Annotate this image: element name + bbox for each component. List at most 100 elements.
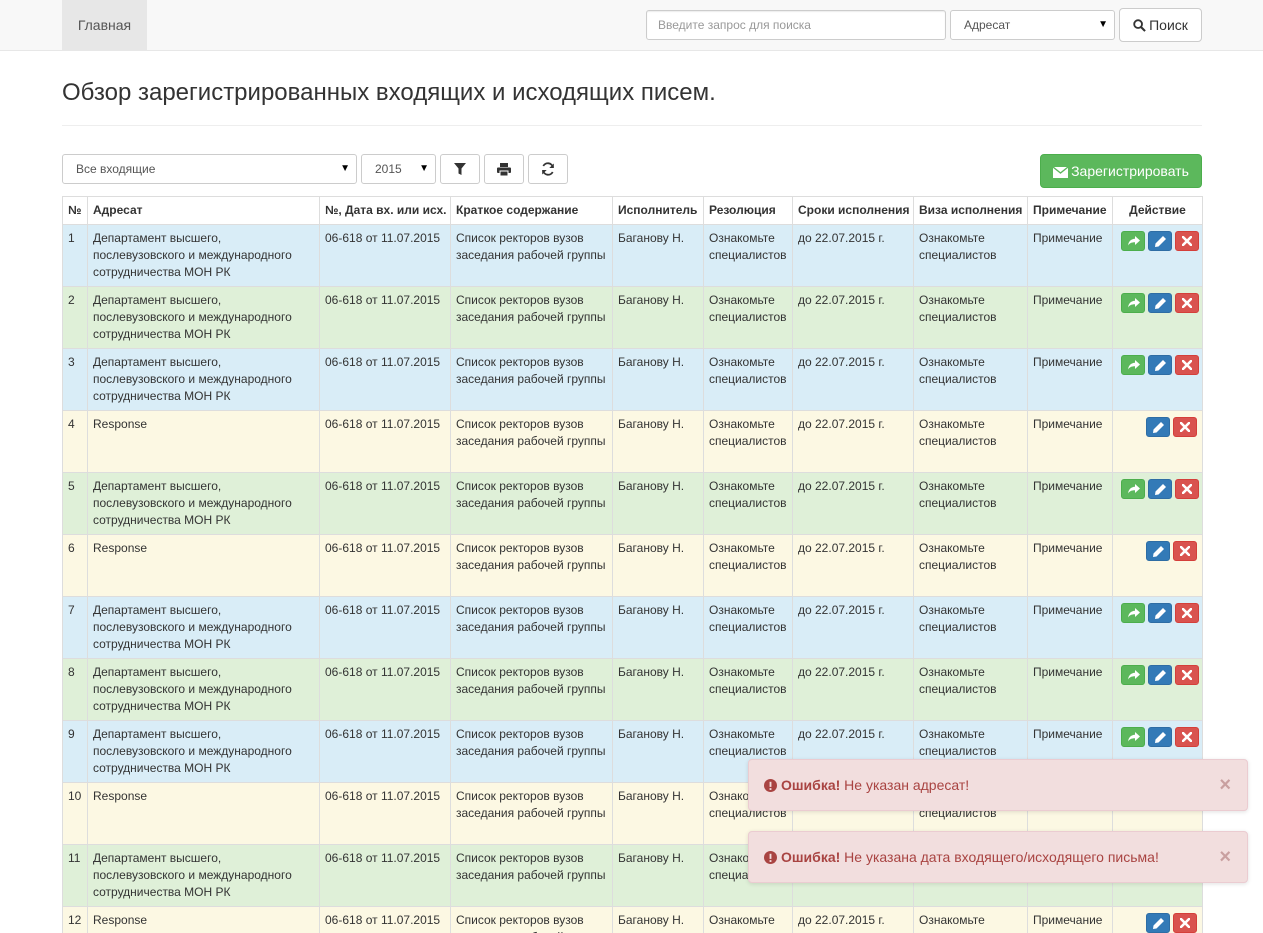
cell-visa: Ознакомьте специалистов: [913, 534, 1028, 597]
delete-button[interactable]: [1175, 479, 1199, 499]
cell-actions: [1112, 596, 1203, 659]
remove-x-icon: [1180, 422, 1190, 432]
table-row: 12 Response 06-618 от 11.07.2015 Список рек…: [62, 906, 1203, 933]
search-button[interactable]: Поиск: [1119, 8, 1202, 42]
header-note: Примечание: [1027, 196, 1113, 225]
forward-button[interactable]: [1121, 479, 1145, 499]
close-icon[interactable]: ×: [1219, 760, 1231, 810]
forward-button[interactable]: [1121, 727, 1145, 747]
pencil-icon: [1153, 918, 1164, 929]
forward-button[interactable]: [1121, 603, 1145, 623]
chevron-down-icon: ▼: [340, 163, 350, 174]
mail-filter-select[interactable]: Все входящие ▼: [62, 154, 357, 184]
cell-reference: 06-618 от 11.07.2015: [319, 782, 451, 845]
year-select[interactable]: 2015 ▼: [361, 154, 436, 184]
delete-button[interactable]: [1175, 293, 1199, 313]
cell-executor: Баганову Н.: [612, 472, 704, 535]
delete-button[interactable]: [1173, 417, 1197, 437]
search-scope-select[interactable]: Адресат ▼: [950, 10, 1115, 40]
delete-button[interactable]: [1173, 541, 1197, 561]
pencil-icon: [1155, 732, 1166, 743]
alert-label: Ошибка!: [781, 849, 841, 865]
cell-actions: [1112, 348, 1203, 411]
top-navbar: Главная Адресат ▼ Поиск: [0, 0, 1263, 51]
cell-actions: [1112, 472, 1203, 535]
delete-button[interactable]: [1175, 727, 1199, 747]
cell-actions: [1112, 410, 1203, 473]
cell-reference: 06-618 от 11.07.2015: [319, 224, 451, 287]
edit-button[interactable]: [1148, 293, 1172, 313]
year-value: 2015: [375, 162, 402, 176]
forward-button[interactable]: [1121, 293, 1145, 313]
cell-addressee: Департамент высшего, послевузовского и м…: [87, 844, 320, 907]
register-button[interactable]: Зарегистрировать: [1040, 154, 1202, 188]
remove-x-icon: [1182, 360, 1192, 370]
share-arrow-icon: [1128, 360, 1140, 370]
cell-deadline: до 22.07.2015 г.: [792, 224, 914, 287]
pencil-icon: [1155, 670, 1166, 681]
delete-button[interactable]: [1175, 665, 1199, 685]
forward-button[interactable]: [1121, 231, 1145, 251]
edit-button[interactable]: [1148, 603, 1172, 623]
header-summary: Краткое содержание: [450, 196, 613, 225]
refresh-button[interactable]: [528, 154, 568, 184]
cell-addressee: Департамент высшего, послевузовского и м…: [87, 472, 320, 535]
cell-number: 8: [62, 658, 88, 721]
refresh-icon: [542, 162, 554, 176]
remove-x-icon: [1182, 236, 1192, 246]
pencil-icon: [1155, 360, 1166, 371]
close-icon[interactable]: ×: [1219, 832, 1231, 882]
nav-home-link[interactable]: Главная: [62, 0, 147, 50]
table-row: 3 Департамент высшего, послевузовского и …: [62, 348, 1203, 411]
filter-button[interactable]: [440, 154, 480, 184]
cell-resolution: Ознакомьте специалистов: [703, 286, 793, 349]
cell-resolution: Ознакомьте специалистов: [703, 596, 793, 659]
header-executor: Исполнитель: [612, 196, 704, 225]
cell-note: Примечание: [1027, 596, 1113, 659]
cell-visa: Ознакомьте специалистов: [913, 224, 1028, 287]
cell-reference: 06-618 от 11.07.2015: [319, 596, 451, 659]
print-button[interactable]: [484, 154, 524, 184]
cell-deadline: до 22.07.2015 г.: [792, 472, 914, 535]
delete-button[interactable]: [1175, 355, 1199, 375]
cell-summary: Список ректоров вузов заседания рабочей …: [450, 844, 613, 907]
cell-number: 2: [62, 286, 88, 349]
edit-button[interactable]: [1148, 231, 1172, 251]
cell-executor: Баганову Н.: [612, 410, 704, 473]
cell-reference: 06-618 от 11.07.2015: [319, 720, 451, 783]
delete-button[interactable]: [1173, 913, 1197, 933]
search-input[interactable]: [646, 10, 946, 40]
cell-executor: Баганову Н.: [612, 286, 704, 349]
edit-button[interactable]: [1148, 479, 1172, 499]
header-actions: Действие: [1112, 196, 1203, 225]
edit-button[interactable]: [1148, 727, 1172, 747]
edit-button[interactable]: [1148, 665, 1172, 685]
search-icon: [1133, 19, 1146, 32]
delete-button[interactable]: [1175, 231, 1199, 251]
cell-reference: 06-618 от 11.07.2015: [319, 286, 451, 349]
pencil-icon: [1153, 422, 1164, 433]
remove-x-icon: [1182, 484, 1192, 494]
table-row: 8 Департамент высшего, послевузовского и …: [62, 658, 1203, 721]
cell-number: 7: [62, 596, 88, 659]
header-visa: Виза исполнения: [913, 196, 1028, 225]
table-header-row: № Адресат №, Дата вх. или исх. Краткое с…: [62, 196, 1203, 225]
cell-resolution: Ознакомьте специалистов: [703, 224, 793, 287]
delete-button[interactable]: [1175, 603, 1199, 623]
cell-note: Примечание: [1027, 906, 1113, 933]
edit-button[interactable]: [1146, 417, 1170, 437]
forward-button[interactable]: [1121, 355, 1145, 375]
cell-addressee: Response: [87, 782, 320, 845]
cell-executor: Баганову Н.: [612, 534, 704, 597]
edit-button[interactable]: [1148, 355, 1172, 375]
cell-addressee: Департамент высшего, послевузовского и м…: [87, 286, 320, 349]
chevron-down-icon: ▼: [1098, 19, 1108, 30]
forward-button[interactable]: [1121, 665, 1145, 685]
table-row: 1 Департамент высшего, послевузовского и …: [62, 224, 1203, 287]
alert-label: Ошибка!: [781, 777, 841, 793]
cell-summary: Список ректоров вузов заседания рабочей …: [450, 286, 613, 349]
edit-button[interactable]: [1146, 913, 1170, 933]
edit-button[interactable]: [1146, 541, 1170, 561]
cell-deadline: до 22.07.2015 г.: [792, 906, 914, 933]
cell-visa: Ознакомьте специалистов: [913, 472, 1028, 535]
